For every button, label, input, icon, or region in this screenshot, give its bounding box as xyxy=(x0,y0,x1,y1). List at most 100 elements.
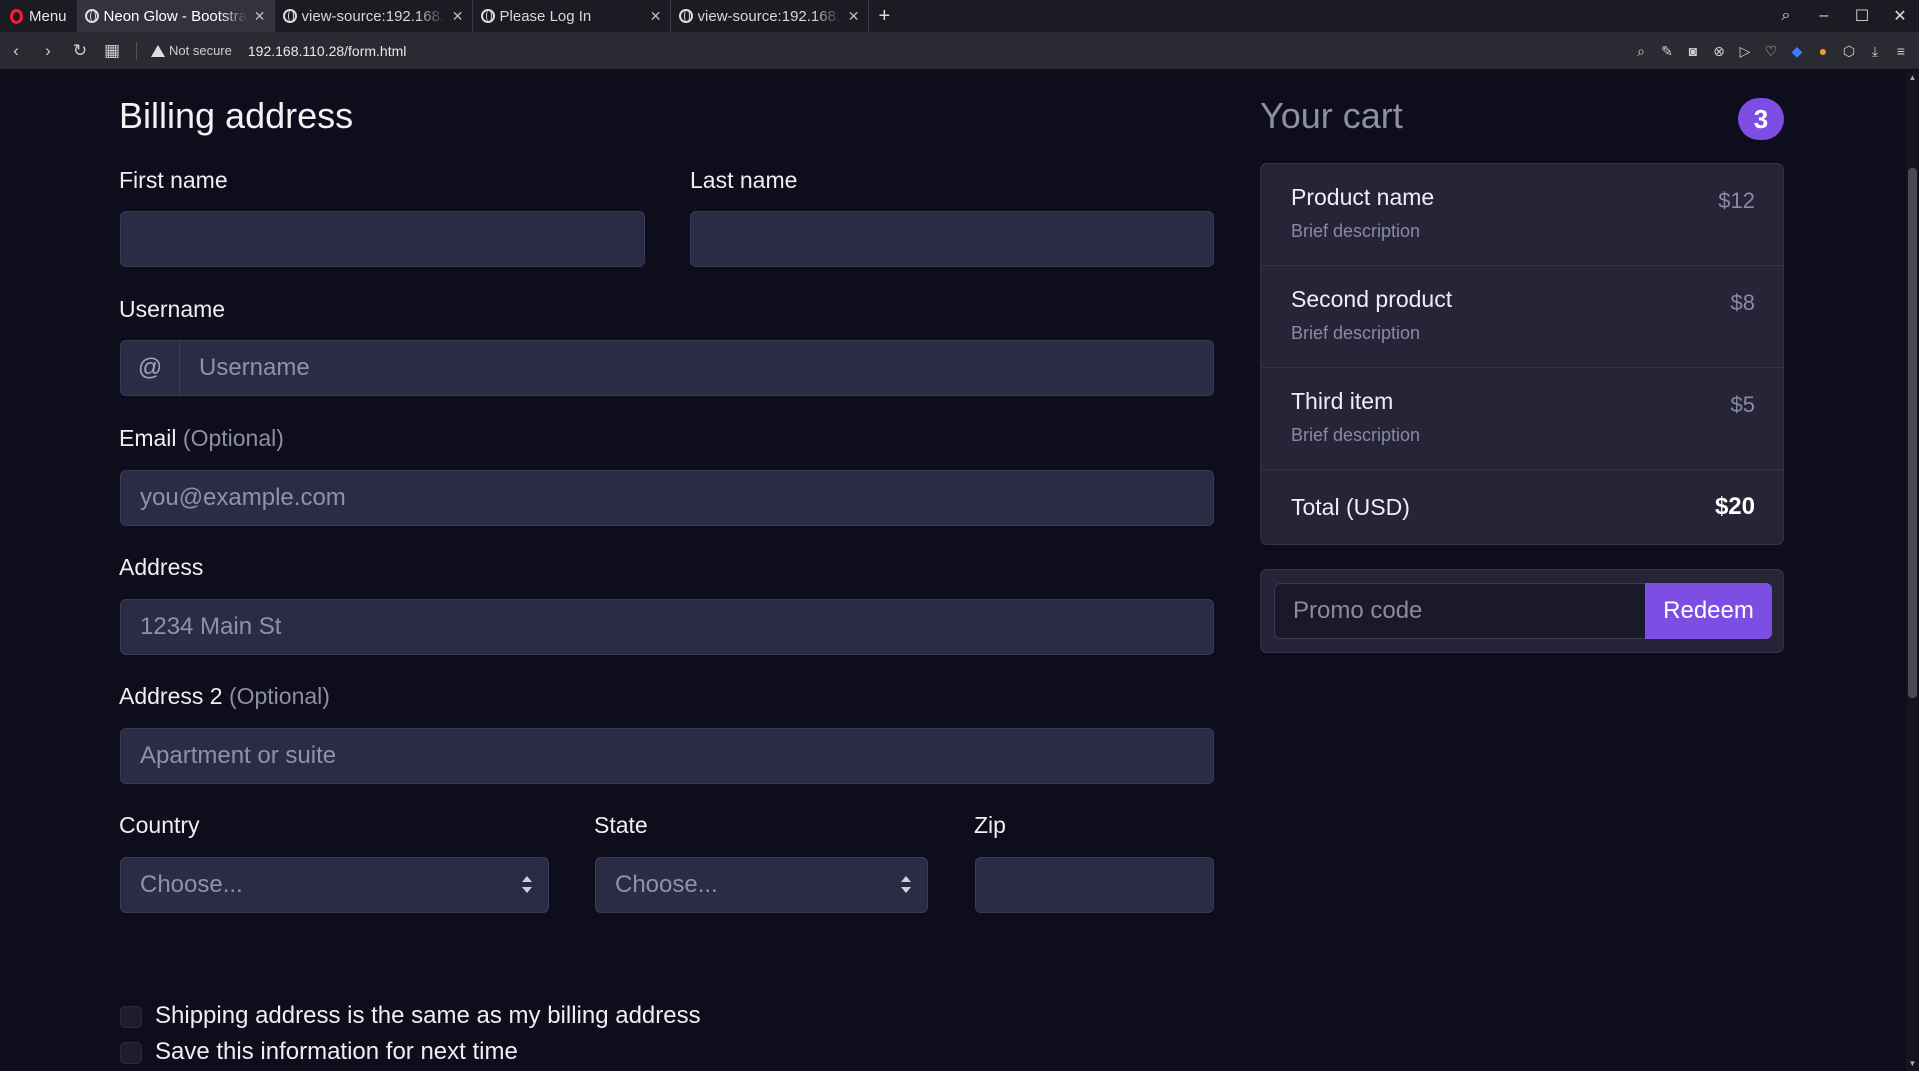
close-tab-icon[interactable]: ✕ xyxy=(848,8,860,25)
zip-label: Zip xyxy=(974,812,1006,838)
page-content: Billing address First name Last name Use… xyxy=(0,71,1906,1071)
scrollbar-thumb[interactable] xyxy=(1908,168,1917,698)
tab-title: Please Log In xyxy=(499,7,592,25)
select-arrows-icon xyxy=(901,876,911,896)
tab-view-source-1[interactable]: view-source:192.168.110.28 ✕ xyxy=(275,0,473,32)
forward-icon[interactable]: › xyxy=(32,41,64,61)
edit-icon[interactable]: ✎ xyxy=(1659,43,1675,59)
browser-menu-button[interactable]: Menu xyxy=(0,0,77,32)
new-tab-icon[interactable]: + xyxy=(869,5,901,28)
close-tab-icon[interactable]: ✕ xyxy=(254,8,266,25)
tab-please-log-in[interactable]: Please Log In ✕ xyxy=(473,0,671,32)
list-item: Product name Brief description $12 xyxy=(1261,164,1783,266)
same-address-checkbox[interactable] xyxy=(120,1006,142,1028)
list-item: Third item Brief description $5 xyxy=(1261,368,1783,470)
zoom-icon[interactable]: ⌕ xyxy=(1633,43,1649,59)
cart-item-price: $12 xyxy=(1718,188,1755,213)
security-indicator[interactable]: Not secure xyxy=(151,43,232,58)
email-label: Email (Optional) xyxy=(119,425,284,452)
list-item: Second product Brief description $8 xyxy=(1261,266,1783,368)
send-icon[interactable]: ▷ xyxy=(1737,43,1753,59)
address2-field[interactable]: Apartment or suite xyxy=(120,728,1214,784)
last-name-field[interactable] xyxy=(690,211,1214,267)
vpn-icon[interactable]: ◆ xyxy=(1789,43,1805,59)
cart-count-badge: 3 xyxy=(1738,98,1784,140)
first-name-field[interactable] xyxy=(120,211,645,267)
camera-icon[interactable]: ◙ xyxy=(1685,43,1701,59)
state-select[interactable]: Choose... xyxy=(595,857,928,913)
cart-item-price: $5 xyxy=(1730,392,1755,417)
browser-tab-bar: Menu Neon Glow - Bootstrap ✕ view-source… xyxy=(0,0,1919,32)
minimize-icon[interactable]: – xyxy=(1805,7,1843,25)
maximize-icon[interactable]: ☐ xyxy=(1843,6,1881,26)
window-controls: ⌕ – ☐ ✕ xyxy=(1767,0,1919,32)
zip-field[interactable] xyxy=(975,857,1214,913)
total-label: Total (USD) xyxy=(1291,494,1410,520)
cart-item-name: Third item xyxy=(1291,388,1394,414)
search-tabs-icon[interactable]: ⌕ xyxy=(1767,7,1805,25)
same-address-label[interactable]: Shipping address is the same as my billi… xyxy=(155,1002,701,1030)
cart-item-name: Product name xyxy=(1291,184,1435,210)
save-info-checkbox[interactable] xyxy=(120,1042,142,1064)
country-label: Country xyxy=(119,812,200,838)
address2-label: Address 2 (Optional) xyxy=(119,683,330,710)
security-label: Not secure xyxy=(169,43,232,58)
globe-icon xyxy=(480,9,495,23)
address2-label-text: Address 2 xyxy=(119,683,223,709)
tab-neon-glow[interactable]: Neon Glow - Bootstrap ✕ xyxy=(76,0,275,32)
globe-icon xyxy=(282,9,297,23)
extension-icon[interactable]: ● xyxy=(1815,43,1831,59)
address-bar: ‹ › ↻ ▦ Not secure 192.168.110.28/form.h… xyxy=(0,32,1919,70)
username-prefix: @ xyxy=(120,340,180,396)
tab-grid-icon[interactable]: ▦ xyxy=(96,41,128,61)
cart-item-price: $8 xyxy=(1730,290,1755,315)
select-arrows-icon xyxy=(522,876,532,896)
reload-icon[interactable]: ↻ xyxy=(64,41,96,61)
redeem-button[interactable]: Redeem xyxy=(1645,583,1772,639)
first-name-label: First name xyxy=(119,167,228,193)
scroll-down-icon[interactable]: ▼ xyxy=(1908,1059,1917,1069)
cart-total-row: Total (USD) $20 xyxy=(1261,470,1783,544)
close-window-icon[interactable]: ✕ xyxy=(1881,6,1919,26)
tab-title: Neon Glow - Bootstrap xyxy=(103,7,248,25)
promo-code-input[interactable]: Promo code xyxy=(1274,583,1646,639)
total-value: $20 xyxy=(1714,493,1755,520)
cart-item-description: Brief description xyxy=(1291,425,1421,445)
cube-icon[interactable]: ⬡ xyxy=(1841,43,1857,59)
heart-icon[interactable]: ♡ xyxy=(1763,43,1779,59)
scroll-up-icon[interactable]: ▲ xyxy=(1908,73,1917,83)
last-name-label: Last name xyxy=(690,167,798,193)
close-tab-icon[interactable]: ✕ xyxy=(650,8,662,25)
billing-title: Billing address xyxy=(119,95,354,136)
country-select[interactable]: Choose... xyxy=(120,857,549,913)
url-field[interactable]: 192.168.110.28/form.html xyxy=(248,43,407,59)
country-select-value: Choose... xyxy=(140,871,243,898)
username-label: Username xyxy=(119,296,226,322)
cart-list: Product name Brief description $12 Secon… xyxy=(1260,163,1784,545)
cart-title: Your cart xyxy=(1260,95,1403,136)
optional-hint: (Optional) xyxy=(182,425,284,451)
cart-item-name: Second product xyxy=(1291,286,1453,312)
address-label: Address xyxy=(119,554,204,580)
browser-toolbar: ⌕ ✎ ◙ ⊗ ▷ ♡ ◆ ● ⬡ ⤓ ≡ xyxy=(1633,32,1909,70)
download-icon[interactable]: ⤓ xyxy=(1867,43,1883,59)
address-field[interactable]: 1234 Main St xyxy=(120,599,1214,655)
browser-menu-label: Menu xyxy=(29,7,67,25)
adblock-icon[interactable]: ⊗ xyxy=(1711,43,1727,59)
state-select-value: Choose... xyxy=(615,871,718,898)
close-tab-icon[interactable]: ✕ xyxy=(452,8,464,25)
divider xyxy=(136,41,137,60)
globe-icon xyxy=(678,9,693,23)
state-label: State xyxy=(594,812,648,838)
optional-hint: (Optional) xyxy=(228,683,330,709)
tab-title: view-source:192.168.110.28 xyxy=(697,7,842,25)
cart-item-description: Brief description xyxy=(1291,221,1421,241)
username-field[interactable]: Username xyxy=(179,340,1214,396)
menu-icon[interactable]: ≡ xyxy=(1893,43,1909,59)
email-field[interactable]: you@example.com xyxy=(120,470,1214,526)
opera-logo-icon xyxy=(10,8,23,24)
back-icon[interactable]: ‹ xyxy=(0,41,32,61)
tab-view-source-2[interactable]: view-source:192.168.110.28 ✕ xyxy=(671,0,869,32)
promo-card: Promo code Redeem xyxy=(1260,569,1784,653)
save-info-label[interactable]: Save this information for next time xyxy=(155,1038,518,1066)
